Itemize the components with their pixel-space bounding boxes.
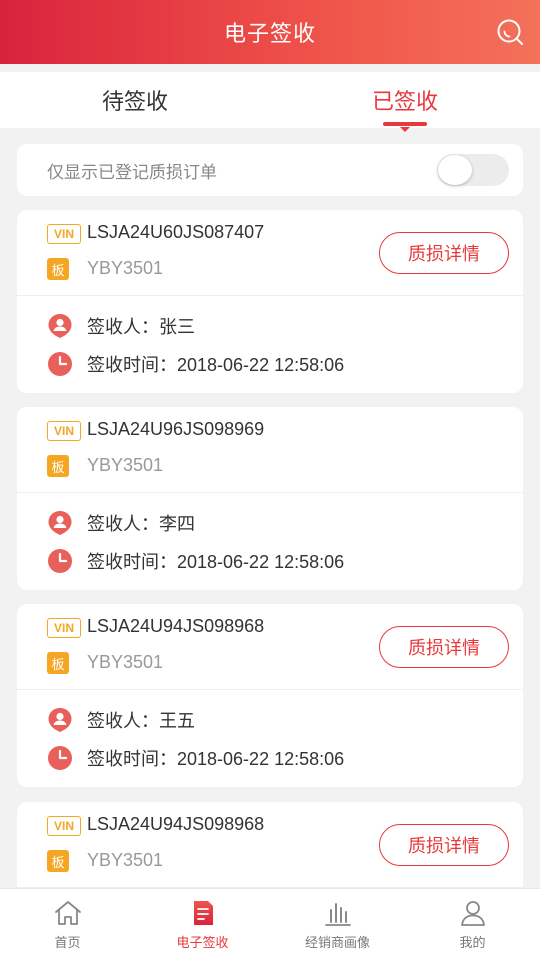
plate-number: YBY3501	[87, 258, 164, 278]
receiver-row: 签收人：王五	[47, 706, 195, 734]
plate-badge: 板	[47, 258, 69, 280]
nav-mine[interactable]: 我的	[405, 889, 540, 960]
vin-badge: VIN	[47, 816, 81, 836]
person-icon	[460, 901, 485, 926]
plate-number: YBY3501	[87, 850, 164, 870]
sign-time-row: 签收时间：2018-06-22 12:58:06	[47, 547, 344, 575]
nav-dealer-profile-label: 经销商画像	[304, 936, 370, 951]
tab-active-indicator	[383, 122, 427, 126]
plate-number: YBY3501	[87, 652, 164, 672]
tab-pending-label: 待签收	[101, 90, 168, 115]
page-title: 电子签收	[223, 22, 316, 47]
plate-badge: 板	[47, 455, 69, 477]
sign-time-row: 签收时间：2018-06-22 12:58:06	[47, 744, 344, 772]
vin-number: LSJA24U96JS098969	[87, 419, 265, 439]
tab-active-caret	[400, 127, 410, 132]
order-card: VIN LSJA24U94JS098968 板 YBY3501 质损详情 签收人…	[17, 604, 523, 787]
tab-bar: 待签收 已签收	[0, 72, 540, 132]
plate-number: YBY3501	[87, 455, 164, 475]
tab-pending[interactable]: 待签收	[0, 72, 270, 128]
card-header: VIN LSJA24U94JS098968 板 YBY3501 质损详情	[17, 604, 523, 690]
plate-badge: 板	[47, 652, 69, 674]
damage-detail-button[interactable]: 质损详情	[379, 232, 509, 274]
sign-time-text: 签收时间：2018-06-22 12:58:06	[87, 355, 345, 375]
vin-number: LSJA24U94JS098968	[87, 814, 265, 834]
damage-detail-button[interactable]: 质损详情	[379, 824, 509, 866]
damage-filter-label: 仅显示已登记质损订单	[47, 162, 217, 183]
clock-icon	[48, 352, 72, 376]
damage-filter-toggle[interactable]	[437, 154, 509, 186]
receiver-row: 签收人：李四	[47, 509, 195, 537]
person-marker-icon	[48, 511, 72, 535]
home-icon	[54, 901, 81, 925]
nav-home[interactable]: 首页	[0, 889, 135, 960]
damage-detail-button[interactable]: 质损详情	[379, 626, 509, 668]
order-card: VIN LSJA24U60JS087407 板 YBY3501 质损详情 签收人…	[17, 210, 523, 393]
bar-chart-icon	[324, 903, 351, 926]
app-header: 电子签收	[0, 0, 540, 64]
bottom-nav: 首页 电子签收 经销商画像 我的	[0, 888, 540, 960]
vin-number: LSJA24U60JS087407	[87, 222, 265, 242]
sign-time-text: 签收时间：2018-06-22 12:58:06	[87, 552, 345, 572]
receiver-text: 签收人：李四	[87, 514, 195, 534]
vin-badge: VIN	[47, 421, 81, 441]
vin-badge: VIN	[47, 618, 81, 638]
receiver-text: 签收人：王五	[87, 711, 195, 731]
search-icon[interactable]	[496, 18, 524, 46]
clock-icon	[48, 746, 72, 770]
sign-time-text: 签收时间：2018-06-22 12:58:06	[87, 749, 345, 769]
receiver-text: 签收人：张三	[87, 317, 195, 337]
nav-sign-label: 电子签收	[176, 936, 229, 951]
person-marker-icon	[48, 314, 72, 338]
tab-signed[interactable]: 已签收	[270, 72, 540, 132]
tab-signed-label: 已签收	[371, 90, 438, 115]
plate-badge: 板	[47, 850, 69, 872]
card-header: VIN LSJA24U94JS098968 板 YBY3501 质损详情	[17, 802, 523, 888]
nav-sign[interactable]: 电子签收	[135, 889, 270, 960]
sign-document-icon	[193, 901, 213, 925]
card-header: VIN LSJA24U60JS087407 板 YBY3501 质损详情	[17, 210, 523, 296]
vin-badge: VIN	[47, 224, 81, 244]
damage-filter-row: 仅显示已登记质损订单	[17, 144, 523, 196]
order-card: VIN LSJA24U96JS098969 板 YBY3501 签收人：李四 签…	[17, 407, 523, 590]
nav-mine-label: 我的	[459, 936, 486, 951]
toggle-knob	[438, 155, 472, 185]
nav-home-label: 首页	[54, 936, 81, 951]
nav-dealer-profile[interactable]: 经销商画像	[270, 889, 405, 960]
vin-number: LSJA24U94JS098968	[87, 616, 265, 636]
receiver-row: 签收人：张三	[47, 312, 195, 340]
clock-icon	[48, 549, 72, 573]
card-header: VIN LSJA24U96JS098969 板 YBY3501	[17, 407, 523, 493]
person-marker-icon	[48, 708, 72, 732]
sign-time-row: 签收时间：2018-06-22 12:58:06	[47, 350, 344, 378]
